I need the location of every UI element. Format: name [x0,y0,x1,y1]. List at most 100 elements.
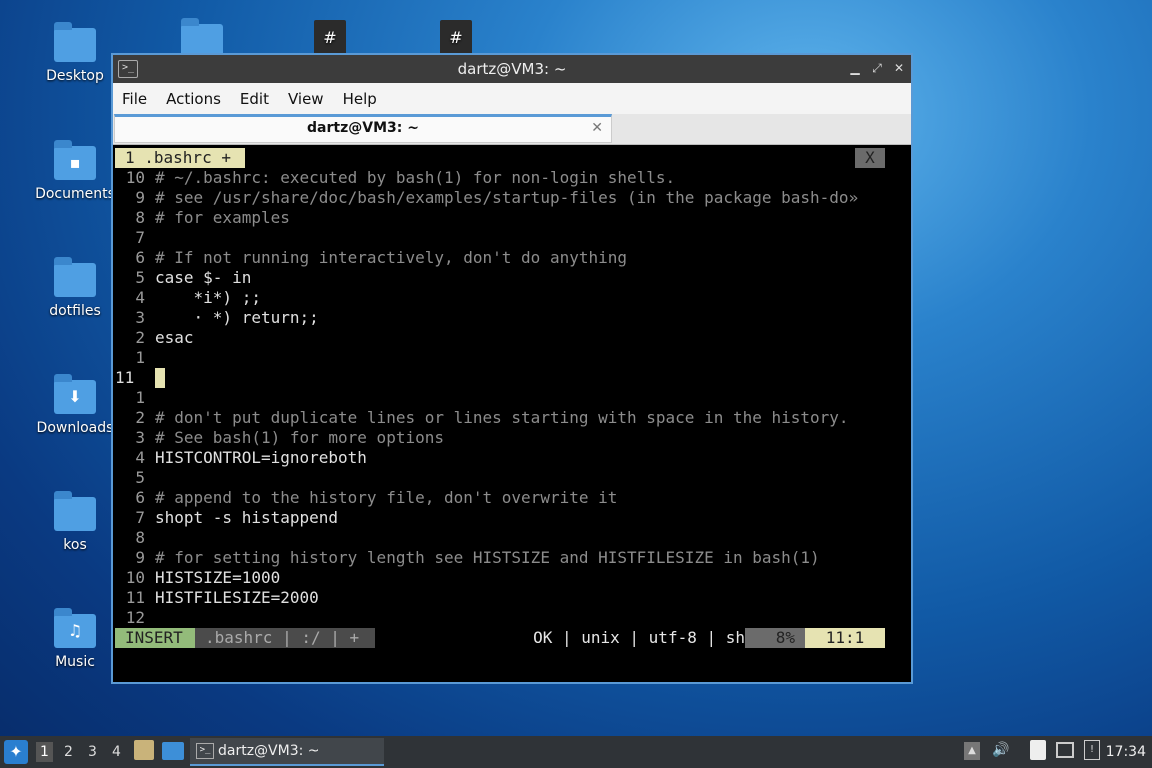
vim-line-number: 4 [135,448,145,467]
vim-line-number: 8 [135,528,145,547]
file-manager-launcher-icon[interactable] [134,740,154,760]
tray-expand-icon[interactable]: ▲ [964,742,980,760]
vim-line-text: # see /usr/share/doc/bash/examples/start… [155,188,859,207]
clipboard-icon[interactable] [1030,740,1046,760]
vim-line[interactable]: 6 # append to the history file, don't ove… [115,488,617,508]
network-icon[interactable] [1056,742,1074,758]
vim-line[interactable]: 5 [115,468,155,488]
folder-icon [54,491,96,531]
tab-close-icon[interactable]: ✕ [591,117,603,140]
vim-buffer-tab[interactable]: 1 .bashrc + [115,148,245,168]
vim-line-text: case $- in [155,268,252,287]
volume-icon[interactable]: 🔊 [992,742,1009,758]
desktop-icon-label: dotfiles [49,303,101,319]
vim-line[interactable]: 2 # don't put duplicate lines or lines st… [115,408,849,428]
vim-line[interactable]: 10 # ~/.bashrc: executed by bash(1) for n… [115,168,675,188]
folder-icon: ▪ [54,140,96,180]
desktop-launcher-icon[interactable] [162,742,184,760]
vim-line[interactable]: 8 # for examples [115,208,290,228]
vim-line[interactable]: 8 [115,528,155,548]
menu-view[interactable]: View [288,90,324,108]
maximize-button[interactable]: ⤢ [869,59,885,77]
vim-line[interactable]: 10 HISTSIZE=1000 [115,568,281,588]
vim-line[interactable]: 4 *i*) ;; [115,288,261,308]
terminal-tab[interactable]: dartz@VM3: ~ ✕ [114,114,612,143]
taskbar-app-label: dartz@VM3: ~ [218,743,320,759]
vim-line-text: # for examples [155,208,290,227]
desktop-icon-kos[interactable]: kos [35,491,115,553]
menu-file[interactable]: File [122,90,147,108]
vim-line[interactable]: 1 [115,348,155,368]
vim-buffer-close[interactable]: X [855,148,885,168]
vim-line-number: 3 [135,308,145,327]
vim-line[interactable]: 1 [115,388,155,408]
desktop-icon-label: Desktop [46,68,104,84]
menu-help[interactable]: Help [343,90,377,108]
window-titlebar[interactable]: >_ dartz@VM3: ~ ▁ ⤢ ✕ [113,55,911,83]
vim-line[interactable]: 7 [115,228,155,248]
vim-line-text: # don't put duplicate lines or lines sta… [155,408,849,427]
vim-line-number: 2 [135,328,145,347]
workspace-4[interactable]: 4 [112,744,121,760]
menu-bar: File Actions Edit View Help [113,83,911,114]
vim-line-number: 10 [125,168,145,187]
vim-line-text: # If not running interactively, don't do… [155,248,628,267]
desktop-icon-downloads[interactable]: ⬇ Downloads [35,374,115,436]
close-button[interactable]: ✕ [891,59,907,77]
workspace-1[interactable]: 1 [36,742,53,762]
vim-line-number: 6 [135,488,145,507]
vim-percent: 8% [745,628,805,648]
vim-line-number: 12 [125,608,145,627]
vim-statusline: INSERT .bashrc | :/ | + OK | unix | utf-… [115,628,885,648]
vim-line-number: 9 [135,188,145,207]
vim-line-number: 2 [135,408,145,427]
vim-line-text: *i*) ;; [155,288,261,307]
folder-music-icon: ♫ [54,608,96,648]
workspace-3[interactable]: 3 [88,744,97,760]
vim-line[interactable]: 2 esac [115,328,194,348]
vim-line[interactable]: 11 [115,368,165,388]
vim-line[interactable]: 5 case $- in [115,268,251,288]
vim-line-number: 1 [135,388,145,407]
vim-line[interactable]: 4 HISTCONTROL=ignoreboth [115,448,367,468]
vim-line-number: 7 [135,508,145,527]
menu-edit[interactable]: Edit [240,90,269,108]
desktop-icon-documents[interactable]: ▪ Documents [35,140,115,202]
menu-actions[interactable]: Actions [166,90,221,108]
desktop-icon-music[interactable]: ♫ Music [35,608,115,670]
vim-line[interactable]: 11 HISTFILESIZE=2000 [115,588,319,608]
vim-line[interactable]: 6 # If not running interactively, don't d… [115,248,627,268]
vim-line-text: # ~/.bashrc: executed by bash(1) for non… [155,168,676,187]
start-menu-icon[interactable]: ✦ [4,740,28,764]
vim-line-number: 11 [125,588,145,607]
tab-label: dartz@VM3: ~ [307,120,419,136]
workspace-2[interactable]: 2 [64,744,73,760]
vim-line[interactable]: 9 # for setting history length see HISTSI… [115,548,820,568]
vim-line[interactable]: 12 [115,608,155,628]
taskbar-terminal-button[interactable]: >_ dartz@VM3: ~ [190,738,384,766]
clock[interactable]: 17:34 [1106,744,1146,760]
vim-format-info: OK | unix | utf-8 | sh [533,628,745,647]
notification-icon[interactable]: ! [1084,740,1100,760]
desktop-icon-dotfiles[interactable]: dotfiles [35,257,115,319]
vim-line-text: HISTCONTROL=ignoreboth [155,448,367,467]
vim-line[interactable]: 9 # see /usr/share/doc/bash/examples/star… [115,188,858,208]
vim-line-number: 1 [135,348,145,367]
vim-line[interactable]: 3 # See bash(1) for more options [115,428,444,448]
vim-line-number: 3 [135,428,145,447]
vim-file-info: .bashrc | :/ | + [195,628,375,648]
vim-line[interactable]: 7 shopt -s histappend [115,508,338,528]
vim-mode: INSERT [115,628,195,648]
minimize-button[interactable]: ▁ [847,59,863,77]
desktop-icon-label: Documents [35,186,115,202]
vim-line-text: shopt -s histappend [155,508,339,527]
vim-line[interactable]: 3 · *) return;; [115,308,318,328]
text-cursor [155,368,165,388]
terminal-window[interactable]: >_ dartz@VM3: ~ ▁ ⤢ ✕ File Actions Edit … [111,53,913,684]
taskbar: ✦ 1 2 3 4 >_ dartz@VM3: ~ ▲ 🔊 ! 17:34 [0,736,1152,768]
vim-line-text: # for setting history length see HISTSIZ… [155,548,820,567]
desktop-icon-desktop[interactable]: Desktop [35,22,115,84]
folder-icon [54,257,96,297]
vim-line-text: esac [155,328,194,347]
vim-editor[interactable]: 1 .bashrc + X 10 # ~/.bashrc: executed by… [115,148,911,678]
